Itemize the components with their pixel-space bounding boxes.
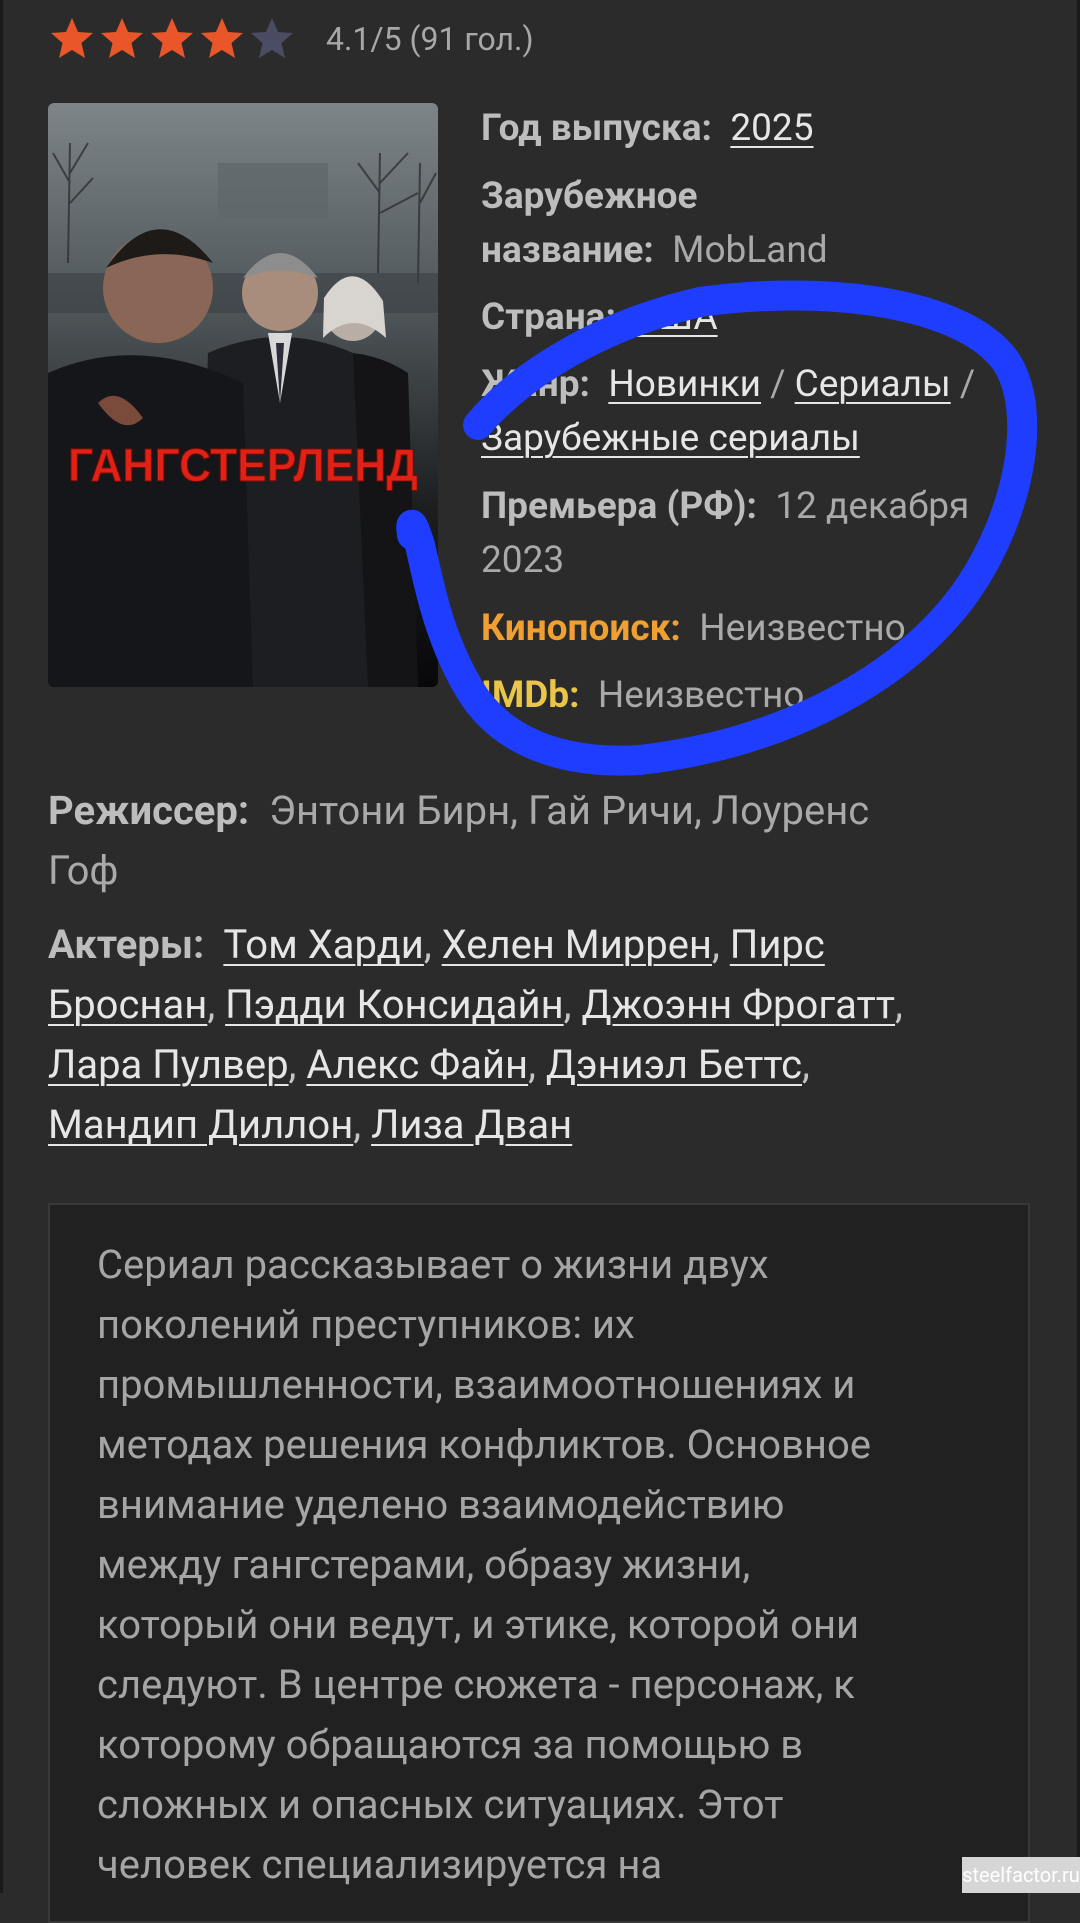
actor-link[interactable]: Хелен Миррен <box>442 921 712 968</box>
actor-link[interactable]: Дэниэл Беттс <box>546 1041 802 1088</box>
foreign-value: MobLand <box>672 229 828 272</box>
year-row: Год выпуска: 2025 <box>481 102 1041 156</box>
actor-link[interactable]: Том Харди <box>223 921 424 968</box>
description-line: Сериал рассказывает о жизни двух <box>97 1241 769 1288</box>
star-icon[interactable] <box>98 15 146 63</box>
imdb-row: IMDb: Неизвестно <box>481 669 1041 723</box>
separator: , <box>711 921 720 968</box>
director-value-2: Гоф <box>48 847 119 894</box>
premiere-row: Премьера (РФ): 12 декабря 2023 <box>481 480 1041 588</box>
description-line: следуют. В центре сюжета - персонаж, к <box>97 1661 855 1708</box>
genre-separator: / <box>950 363 976 406</box>
description-line: которому обращаются за помощью в <box>97 1721 804 1768</box>
description-line: поколений преступников: их <box>97 1301 635 1348</box>
foreign-label-1: Зарубежное <box>481 175 698 218</box>
kinopoisk-value: Неизвестно <box>699 607 906 650</box>
kinopoisk-row: Кинопоиск: Неизвестно <box>481 602 1041 656</box>
poster-image: ГАНГСТЕРЛЕНД <box>48 103 438 687</box>
separator: , <box>563 981 572 1028</box>
separator: , <box>207 981 216 1028</box>
separator: , <box>802 1041 810 1088</box>
actor-link[interactable]: Пэдди Консидайн <box>225 981 564 1028</box>
description-line: методах решения конфликтов. Основное <box>97 1421 871 1468</box>
actor-link[interactable]: Лара Пулвер <box>48 1041 289 1088</box>
genre-separator: / <box>761 363 795 406</box>
star-empty-icon[interactable] <box>248 15 296 63</box>
actor-link[interactable]: Мандип Диллон <box>48 1101 353 1148</box>
director-row: Режиссер: Энтони Бирн, Гай Ричи, Лоуренс… <box>48 781 1028 901</box>
director-label: Режиссер: <box>48 787 250 834</box>
actor-link[interactable]: Пирс <box>730 921 825 968</box>
genre-label: Жанр: <box>481 363 590 406</box>
separator: , <box>423 921 432 968</box>
separator: , <box>895 981 903 1028</box>
country-row: Страна: США <box>481 291 1041 345</box>
description-box: Сериал рассказывает о жизни двух поколен… <box>48 1203 1030 1923</box>
watermark: steelfactor.ru <box>962 1857 1080 1893</box>
country-label: Страна: <box>481 296 616 339</box>
separator: , <box>353 1101 362 1148</box>
left-edge <box>0 0 3 1893</box>
description-line: человек специализируется на <box>97 1841 663 1888</box>
genre-row: Жанр: Новинки / Сериалы / Зарубежные сер… <box>481 358 1041 466</box>
actor-link[interactable]: Лиза Дван <box>371 1101 572 1148</box>
poster-title: ГАНГСТЕРЛЕНД <box>68 439 418 491</box>
actors-row: Актеры: Том Харди, Хелен Миррен, Пирс Бр… <box>48 915 1028 1155</box>
rating-bar: 4.1/5 (91 гол.) <box>48 14 534 64</box>
year-label: Год выпуска: <box>481 107 712 150</box>
actor-link[interactable]: Броснан <box>48 981 207 1028</box>
actors-label: Актеры: <box>48 921 205 968</box>
foreign-label-2: название: <box>481 229 654 272</box>
description-line: промышленности, взаимоотношениях и <box>97 1361 856 1408</box>
foreign-name-row: Зарубежное название: MobLand <box>481 170 1041 278</box>
director-value-1: Энтони Бирн, Гай Ричи, Лоуренс <box>269 787 870 834</box>
star-icon[interactable] <box>148 15 196 63</box>
imdb-value: Неизвестно <box>597 674 805 717</box>
rating-text: 4.1/5 (91 гол.) <box>326 20 534 58</box>
premiere-value-2: 2023 <box>481 539 565 582</box>
description-line: внимание уделено взаимодействию <box>97 1481 785 1528</box>
actor-link[interactable]: Алекс Файн <box>306 1041 528 1088</box>
separator: , <box>288 1041 297 1088</box>
actor-link[interactable]: Джоэнн Фрогатт <box>581 981 895 1028</box>
country-link[interactable]: США <box>634 296 717 339</box>
description-line: который они ведут, и этике, которой они <box>97 1601 860 1648</box>
description-line: сложных и опасных ситуациях. Этот <box>97 1781 784 1828</box>
premiere-label: Премьера (РФ): <box>481 485 757 528</box>
genre-link-series[interactable]: Сериалы <box>795 363 951 406</box>
imdb-label: IMDb: <box>481 674 580 717</box>
genre-link-foreign-series[interactable]: Зарубежные сериалы <box>481 417 860 460</box>
description-line: между гангстерами, образу жизни, <box>97 1541 751 1588</box>
star-icon[interactable] <box>198 15 246 63</box>
star-icon[interactable] <box>48 15 96 63</box>
year-link[interactable]: 2025 <box>730 107 813 150</box>
star-rating[interactable] <box>48 15 296 63</box>
kinopoisk-label: Кинопоиск: <box>481 607 681 650</box>
separator: , <box>528 1041 536 1088</box>
premiere-value-1: 12 декабря <box>775 485 970 528</box>
genre-link-new[interactable]: Новинки <box>608 363 761 406</box>
